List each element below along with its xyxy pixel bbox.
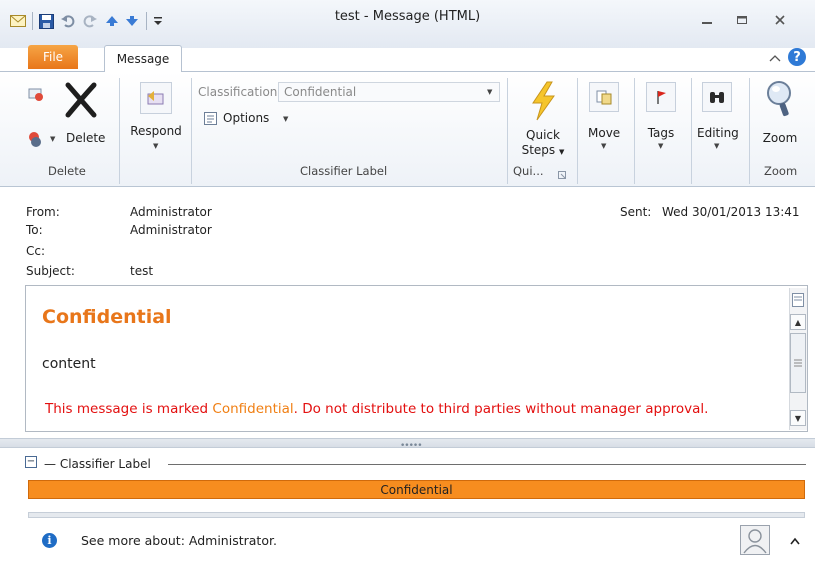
scroll-up-button[interactable]: ▲ [790,314,806,330]
close-button[interactable] [766,10,794,30]
sent-label: Sent: [620,205,652,219]
classifier-title-text: Classifier Label [59,457,151,471]
zoom-button[interactable]: Zoom [760,131,800,146]
message-content: content [42,356,96,372]
move-dropdown-icon[interactable]: ▼ [601,142,606,150]
sent-value: Wed 30/01/2013 13:41 [662,205,800,219]
editing-dropdown-icon[interactable]: ▼ [714,142,719,150]
classifier-section-title: — Classifier Label [44,457,151,471]
move-icon[interactable] [589,82,619,112]
tab-file[interactable]: File [28,45,78,69]
junk-dropdown-icon[interactable]: ▼ [50,135,55,143]
classifier-divider [168,464,806,465]
from-label: From: [26,205,60,219]
group-label-quick-steps: Qui... [513,164,544,178]
ignore-icon[interactable] [26,84,46,104]
quick-steps-label-1: Quick [526,128,560,142]
scroll-thumb[interactable] [790,333,806,393]
classifier-collapse-toggle[interactable]: − [25,456,37,468]
confidentiality-notice: This message is marked Confidential. Do … [45,401,708,417]
flag-icon[interactable] [646,82,676,112]
tab-message[interactable]: Message [104,45,182,72]
delete-button[interactable]: Delete [66,131,105,146]
expand-people-pane-icon[interactable] [790,534,800,548]
respond-icon[interactable] [140,82,172,114]
group-label-zoom: Zoom [764,164,798,178]
message-heading: Confidential [42,306,172,328]
classification-dropdown-icon[interactable]: ▼ [487,88,492,96]
classification-value: Confidential [284,85,357,99]
dialog-launcher-icon[interactable] [558,168,566,179]
delete-x-icon[interactable] [62,80,100,120]
subject-label: Subject: [26,264,75,278]
quick-steps-lightning-icon[interactable] [524,80,562,122]
move-button[interactable]: Move [588,126,620,141]
scroll-down-button[interactable]: ▼ [790,410,806,426]
junk-icon[interactable] [25,128,47,150]
respond-dropdown-icon[interactable]: ▼ [153,142,158,150]
page-layout-icon[interactable] [791,292,805,311]
message-scrollbar[interactable]: ▲ ▼ [789,288,807,430]
splitter-grip-icon[interactable]: ••••• [400,441,423,451]
options-button[interactable]: Options [223,111,269,126]
people-pane-divider[interactable] [28,512,805,518]
info-icon: i [42,533,57,548]
help-icon[interactable]: ? [788,48,806,66]
avatar[interactable] [740,525,770,555]
minimize-button[interactable] [693,10,721,30]
editing-button[interactable]: Editing [697,126,739,141]
notice-prefix: This message is marked [45,401,213,417]
options-dropdown-icon[interactable]: ▼ [283,115,288,123]
from-value[interactable]: Administrator [130,205,212,219]
notice-highlight: Confidential [212,401,294,417]
notice-suffix: . Do not distribute to third parties wit… [293,401,709,417]
group-label-classifier: Classifier Label [300,164,388,178]
classification-label: Classification [198,85,278,99]
to-value[interactable]: Administrator [130,223,212,237]
subject-value: test [130,264,154,278]
options-icon [203,111,217,125]
cc-label: Cc: [26,244,46,258]
classifier-label-bar: Confidential [28,480,805,499]
title-bar: test - Message (HTML) [0,0,815,48]
tags-dropdown-icon[interactable]: ▼ [658,142,663,150]
zoom-magnifier-icon[interactable] [764,79,796,119]
quick-steps-label-2: Steps [521,143,556,157]
people-pane-info[interactable]: See more about: Administrator. [81,533,277,548]
minimize-ribbon-icon[interactable] [769,52,781,66]
to-label: To: [26,223,43,237]
respond-button[interactable]: Respond [124,124,188,139]
group-label-delete: Delete [48,164,86,178]
find-binoculars-icon[interactable] [702,82,732,112]
tags-button[interactable]: Tags [645,126,677,141]
classification-select[interactable]: Confidential [278,82,500,102]
quick-steps-button[interactable]: Quick Steps ▼ [516,128,570,160]
restore-button[interactable] [728,10,756,30]
